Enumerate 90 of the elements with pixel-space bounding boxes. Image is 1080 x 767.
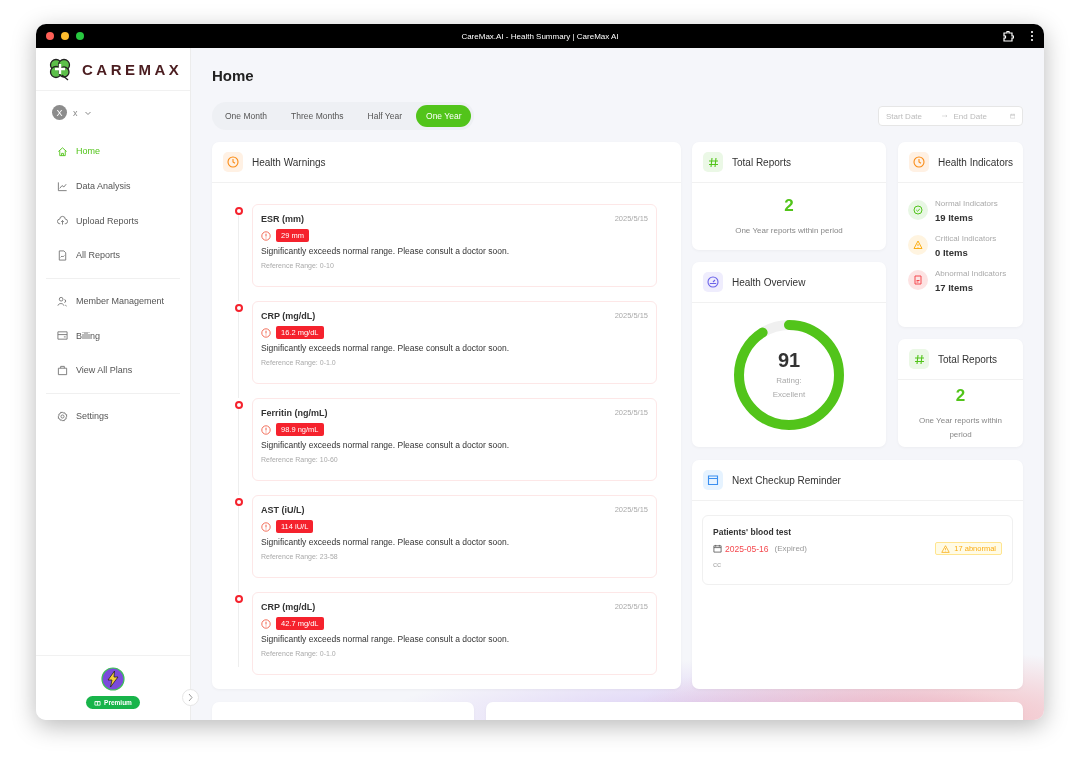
alert-icon	[261, 618, 271, 629]
card-title: Health Overview	[732, 276, 806, 288]
maximize-button[interactable]	[76, 32, 84, 40]
warning-message: Significantly exceeds normal range. Please consult a doctor soon.	[261, 537, 511, 547]
gauge-track	[759, 320, 790, 338]
check-circle-icon	[913, 205, 923, 215]
bag-icon	[57, 364, 68, 376]
calendar-icon	[1009, 111, 1015, 121]
timeline-dot	[235, 498, 243, 506]
card-title: Total Reports	[732, 156, 791, 168]
warning-icon	[913, 240, 923, 250]
card-title: Next Checkup Reminder	[732, 474, 841, 486]
indicator-name: AST (iU/L)	[261, 505, 305, 515]
indicator-label: Critical Indicators	[935, 233, 997, 245]
checkup-name: Patients' blood test	[713, 527, 793, 537]
period-tab[interactable]: Three Months	[281, 105, 354, 127]
period-tab[interactable]: One Month	[215, 105, 278, 127]
plan-avatar-icon	[101, 667, 125, 691]
home-icon	[57, 145, 68, 157]
indicator-count: 17 Items	[935, 282, 975, 293]
nav-item[interactable]: Billing	[36, 318, 190, 354]
indicator-count: 0 Items	[935, 247, 969, 258]
nav-item[interactable]: Upload Reports	[36, 203, 190, 239]
period-tab[interactable]: Half Year	[357, 105, 412, 127]
extension-icon[interactable]	[1002, 30, 1014, 42]
chevron-right-icon	[187, 693, 194, 702]
alert-icon	[261, 230, 271, 241]
arrow-right-icon	[942, 113, 948, 119]
card-title: Total Reports	[938, 353, 997, 365]
hash-icon	[707, 156, 719, 168]
warning-message: Significantly exceeds normal range. Please consult a doctor soon.	[261, 343, 511, 353]
card-title: Health Indicators	[938, 156, 1014, 168]
logo-icon	[48, 57, 72, 81]
upload-icon	[57, 215, 68, 227]
gauge-icon	[707, 276, 719, 288]
menu-icon[interactable]	[1030, 30, 1034, 42]
checkup-date: 2025-05-16	[725, 543, 769, 554]
alert-icon	[261, 327, 271, 338]
indicator-count: 19 Items	[935, 212, 975, 223]
nav-item[interactable]: Data Analysis	[36, 168, 190, 204]
line-chart-icon	[57, 180, 68, 192]
warning-message: Significantly exceeds normal range. Please consult a doctor soon.	[261, 634, 511, 644]
window-title: CareMax.AI - Health Summary | CareMax AI	[461, 31, 619, 41]
card-title: Health Warnings	[252, 156, 326, 168]
hash-icon	[913, 353, 925, 365]
logo-text: CAREMAX	[82, 60, 183, 78]
start-date-field[interactable]: Start Date	[886, 111, 936, 121]
alert-icon	[261, 424, 271, 435]
users-icon	[57, 295, 68, 307]
checkup-note: cc	[713, 560, 722, 569]
minimize-button[interactable]	[61, 32, 69, 40]
user-menu[interactable]: X x	[52, 105, 190, 120]
indicator-name: Ferritin (ng/mL)	[261, 408, 328, 418]
date-range-picker[interactable]: Start Date End Date	[878, 106, 1023, 126]
nav-item[interactable]: View All Plans	[36, 353, 190, 388]
card-icon	[57, 330, 68, 342]
indicator-label: Normal Indicators	[935, 198, 998, 210]
warning-message: Significantly exceeds normal range. Please consult a doctor soon.	[261, 440, 511, 450]
report-count: 2	[784, 195, 794, 216]
warning-icon	[941, 544, 951, 553]
report-count: 2	[955, 385, 966, 406]
health-score: 91	[777, 348, 801, 372]
timeline-dot	[235, 304, 243, 312]
settings-icon	[57, 410, 68, 422]
nav-item[interactable]: Member Management	[36, 283, 190, 319]
nav-item[interactable]: All Reports	[36, 238, 190, 273]
checkup-status: (Expired)	[774, 544, 807, 553]
end-date-field[interactable]: End Date	[953, 111, 1004, 121]
calendar-icon	[707, 474, 719, 486]
timeline-dot	[235, 207, 243, 215]
indicator-name: CRP (mg/dL)	[261, 602, 316, 612]
clock-icon	[227, 156, 239, 168]
indicator-name: ESR (mm)	[261, 214, 304, 224]
report-caption: One Year reports within period	[917, 414, 1004, 441]
close-button[interactable]	[46, 32, 54, 40]
alert-icon	[261, 521, 271, 532]
document-icon	[57, 249, 68, 261]
user-avatar: X	[52, 105, 67, 120]
indicator-name: CRP (mg/dL)	[261, 311, 316, 321]
rating-label: Rating: Excellent	[771, 374, 807, 401]
document-icon	[913, 275, 923, 285]
timeline-dot	[235, 401, 243, 409]
warning-message: Significantly exceeds normal range. Please consult a doctor soon.	[261, 246, 511, 256]
timeline-dot	[235, 595, 243, 603]
clock-icon	[913, 156, 925, 168]
report-caption: One Year reports within period	[735, 224, 843, 237]
indicator-label: Abnormal Indicators	[935, 268, 1007, 280]
nav-item[interactable]: Settings	[36, 398, 190, 434]
calendar-icon	[713, 544, 722, 553]
page-title: Home	[212, 66, 255, 86]
